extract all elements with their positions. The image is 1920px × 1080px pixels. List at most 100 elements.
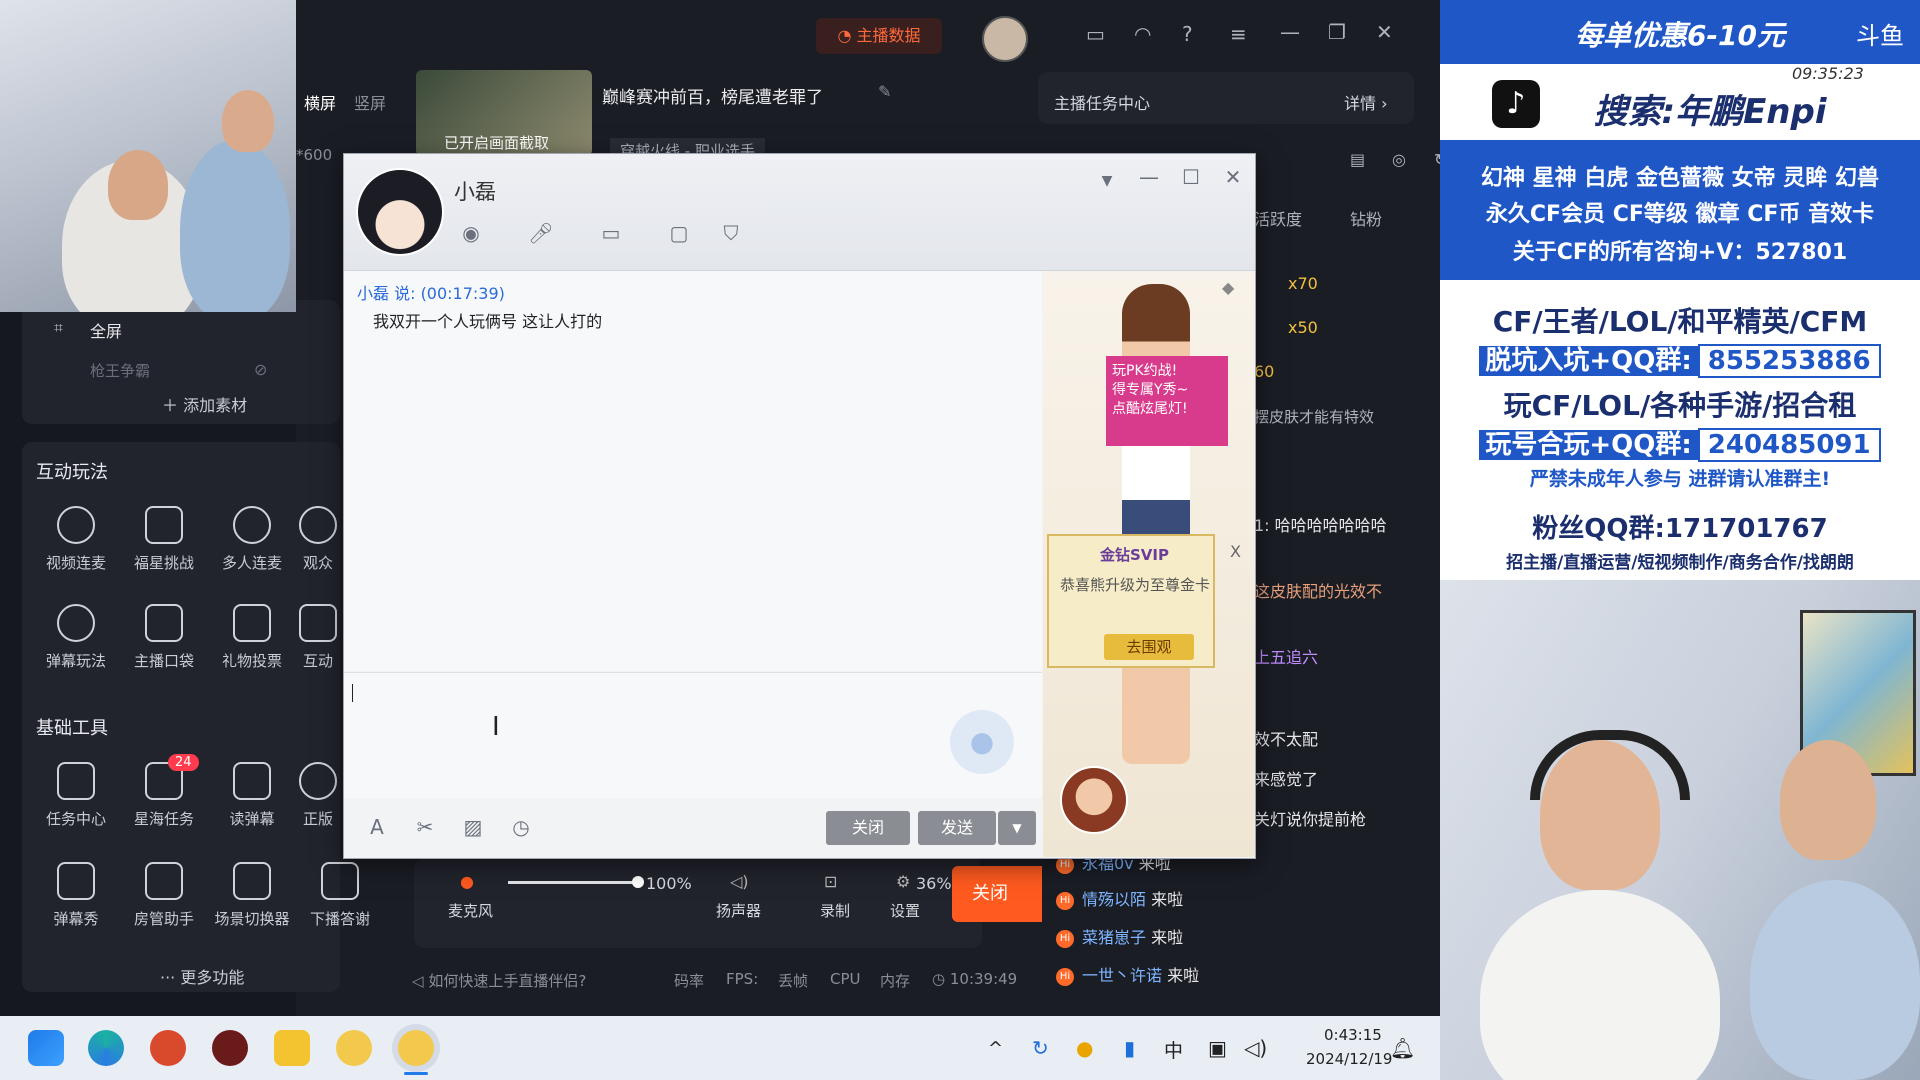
dialog-maximize-icon[interactable]: ☐ (1178, 164, 1204, 190)
tray-mic-icon[interactable]: ▮ (1124, 1036, 1135, 1060)
rank-tab-activity[interactable]: 活跃度 (1254, 206, 1302, 230)
record-icon[interactable]: ⊡ (824, 872, 837, 891)
basic-tools-title: 基础工具 (36, 718, 108, 739)
speaker-icon[interactable]: ◁) (730, 872, 749, 891)
join-user[interactable]: 一世丶许诺 (1082, 966, 1162, 985)
headset-icon[interactable]: ◠ (1134, 22, 1151, 46)
security-shield-icon[interactable]: ⛉ (718, 220, 744, 246)
history-icon[interactable]: ◷ (508, 814, 534, 840)
help-icon[interactable]: ? (1182, 22, 1193, 46)
hidden-source[interactable]: 枪王争霸 (90, 360, 150, 381)
folder-icon[interactable]: ▭ (598, 220, 624, 246)
close-icon[interactable]: ✕ (1376, 20, 1393, 44)
add-material-button[interactable]: ＋ 添加素材 (162, 392, 247, 416)
danmaku-show-icon (57, 862, 95, 900)
notification-bell-icon[interactable]: 🔔︎ (1390, 1036, 1415, 1060)
voice-icon[interactable]: 🎤︎ (528, 220, 554, 246)
tool-room-admin[interactable]: 房管助手 (122, 862, 206, 929)
list-icon[interactable]: ▤ (1350, 150, 1365, 169)
crossfire-icon[interactable] (212, 1030, 248, 1066)
camera-icon[interactable]: ◉ (458, 220, 484, 246)
tool-star-task[interactable]: 星海任务 (122, 762, 206, 829)
help-link[interactable]: ◁ 如何快速上手直播伴侣? (412, 970, 586, 991)
chat-icon[interactable]: ▭ (1086, 22, 1105, 46)
tool-danmaku-play[interactable]: 弹幕玩法 (34, 604, 118, 671)
tray-chevron[interactable]: ^ (988, 1038, 1003, 1059)
network-icon[interactable]: ▣ (1208, 1036, 1227, 1060)
cpu-label: CPU (830, 970, 861, 988)
minimize-icon[interactable]: — (1280, 20, 1300, 44)
tool-danmaku-show[interactable]: 弹幕秀 (34, 862, 118, 929)
tool-gift-vote[interactable]: 礼物投票 (210, 604, 294, 671)
tab-landscape[interactable]: 横屏 (304, 90, 336, 114)
tool-scene-switcher[interactable]: 场景切换器 (210, 862, 294, 929)
tool-read-danmaku[interactable]: 读弹幕 (210, 762, 294, 829)
ime-indicator[interactable]: 中 (1164, 1036, 1183, 1063)
file-explorer-icon[interactable] (274, 1030, 310, 1066)
fullscreen-source[interactable]: 全屏 (90, 318, 122, 342)
volume-icon[interactable]: ◁) (1244, 1036, 1267, 1060)
drop-label: 丢帧 (778, 972, 809, 990)
message-input[interactable] (344, 672, 1042, 798)
hidden-eye-icon[interactable]: ⊘ (254, 360, 267, 379)
clock-date[interactable]: 2024/12/19 (1306, 1050, 1392, 1068)
tool-end-thanks[interactable]: 下播答谢 (298, 862, 382, 929)
gift-count: 60 (1254, 362, 1275, 381)
rank-tab-diamonds[interactable]: 钻粉 (1350, 206, 1382, 230)
tool-video-link[interactable]: 视频连麦 (34, 506, 118, 573)
mini-avatar[interactable] (1060, 766, 1128, 834)
game-launcher-icon[interactable] (150, 1030, 186, 1066)
ad-line-8: 玩CF/LOL/各种手游/招合租 (1503, 389, 1857, 422)
voice-input-button[interactable]: ● (950, 710, 1014, 774)
dialog-minimize-icon[interactable]: — (1136, 164, 1162, 190)
gift-icon[interactable]: ◆ (1222, 278, 1234, 297)
tool-audience[interactable]: 观众 (298, 506, 338, 573)
edge-icon[interactable] (88, 1030, 124, 1066)
send-options-button[interactable]: ▼ (998, 811, 1036, 845)
mic-volume-slider[interactable] (508, 881, 638, 884)
qq-icon[interactable] (336, 1030, 372, 1066)
ad-bubble[interactable]: 玩PK约战! 得专属Y秀~ 点酷炫尾灯! (1106, 356, 1228, 446)
join-user[interactable]: 情殇以陌 (1082, 890, 1146, 909)
font-icon[interactable]: A (364, 814, 390, 840)
dialog-close-icon[interactable]: ✕ (1220, 164, 1246, 190)
svip-close[interactable]: X (1230, 542, 1241, 561)
tab-portrait[interactable]: 竖屏 (354, 90, 386, 114)
anchor-data-button[interactable]: ◔ 主播数据 (816, 18, 942, 54)
qq-active-icon[interactable] (398, 1030, 434, 1066)
join-user[interactable]: 菜猪崽子 (1082, 928, 1146, 947)
tool-anchor-pocket[interactable]: 主播口袋 (122, 604, 206, 671)
start-icon[interactable] (28, 1030, 64, 1066)
mic-icon[interactable]: ● (460, 872, 474, 891)
image-icon[interactable]: ▨ (460, 814, 486, 840)
dropdown-icon[interactable]: ▼ (1094, 168, 1120, 194)
menu-icon[interactable]: ≡ (1230, 22, 1247, 46)
screen-share-icon[interactable]: ▢ (666, 220, 692, 246)
stream-title[interactable]: 巅峰赛冲前百，榜尾遭老罪了 (602, 83, 823, 108)
svip-watch-button[interactable]: 去围观 (1104, 634, 1194, 660)
settings-icon[interactable]: ⚙ (896, 872, 910, 891)
tool-lucky-challenge[interactable]: 福星挑战 (122, 506, 206, 573)
tool-licensed[interactable]: 正版 (298, 762, 338, 829)
send-button[interactable]: 发送 (918, 811, 996, 845)
avatar[interactable] (982, 16, 1028, 62)
admin-icon (145, 862, 183, 900)
ad-line-6: CF/王者/LOL/和平精英/CFM (1492, 305, 1868, 338)
clock-time[interactable]: 0:43:15 (1324, 1026, 1382, 1044)
mic-volume-handle[interactable] (632, 876, 644, 888)
checklist-icon (57, 762, 95, 800)
task-center-detail[interactable]: 详情 › (1344, 90, 1388, 114)
tool-multi-link[interactable]: 多人连麦 (210, 506, 294, 573)
close-stream-button[interactable]: 关闭 (952, 866, 1042, 922)
tray-qq-icon[interactable]: ● (1076, 1036, 1093, 1060)
sync-icon[interactable]: ↻ (1032, 1036, 1049, 1060)
contact-avatar[interactable] (356, 168, 444, 256)
scissors-icon[interactable]: ✂ (412, 814, 438, 840)
edit-title-icon[interactable]: ✎ (878, 82, 891, 101)
tool-task-center[interactable]: 任务中心 (34, 762, 118, 829)
restore-icon[interactable]: ❐ (1328, 20, 1346, 44)
close-button[interactable]: 关闭 (826, 811, 910, 845)
target-icon[interactable]: ◎ (1392, 150, 1406, 169)
tool-interact[interactable]: 互动 (298, 604, 338, 671)
more-functions-button[interactable]: ··· 更多功能 (160, 964, 244, 988)
